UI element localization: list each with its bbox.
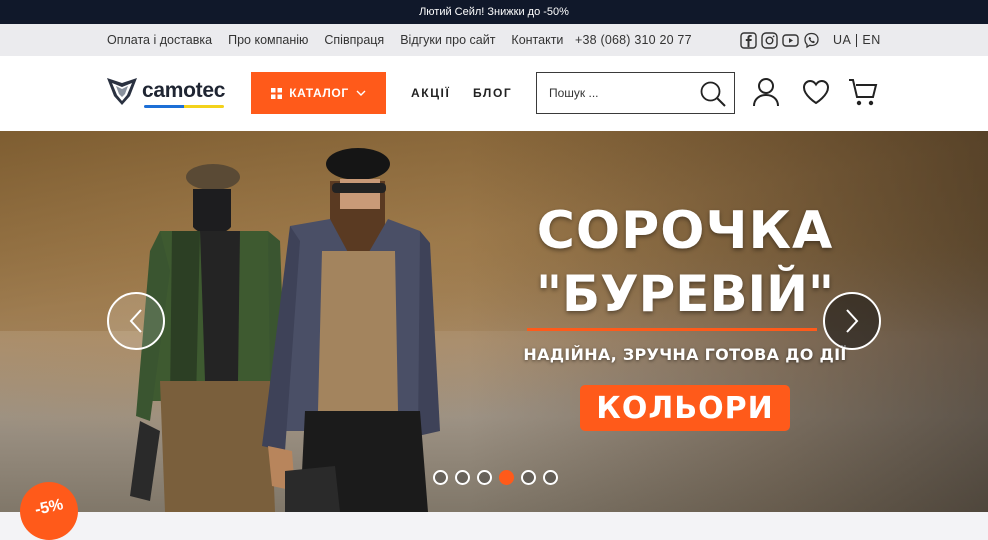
heart-icon[interactable]: [802, 79, 830, 110]
discount-badge[interactable]: -5%: [20, 482, 78, 540]
hero-title-line2: "БУРЕВІЙ": [535, 265, 835, 323]
viber-icon[interactable]: [803, 32, 820, 49]
top-navigation: Оплата і доставка Про компанію Співпраця…: [0, 24, 988, 56]
lang-separator: [856, 33, 858, 47]
grid-icon: [271, 87, 283, 99]
logo-underline: [144, 105, 224, 108]
link-delivery[interactable]: Оплата і доставка: [107, 33, 212, 47]
phone-number[interactable]: +38 (068) 310 20 77: [575, 33, 692, 47]
search-input[interactable]: [549, 86, 694, 100]
top-links: Оплата і доставка Про компанію Співпраця…: [107, 33, 563, 47]
youtube-icon[interactable]: [782, 32, 799, 49]
hero-divider: [527, 328, 817, 331]
lang-ua[interactable]: UA: [833, 33, 851, 47]
search-icon[interactable]: [699, 80, 727, 113]
colors-cta-button[interactable]: КОЛЬОРИ: [580, 385, 790, 431]
slider-dots: [433, 470, 558, 485]
logo-wordmark: camotec: [142, 79, 226, 102]
nav-blog[interactable]: БЛОГ: [473, 86, 512, 100]
slider-dot[interactable]: [455, 470, 470, 485]
chevron-left-icon: [129, 309, 142, 333]
discount-badge-text: -5%: [33, 496, 65, 519]
hero-title-line1: СОРОЧКА: [536, 201, 834, 261]
promo-bar: Лютий Сейл! Знижки до -50%: [0, 0, 988, 24]
search-box: [536, 72, 735, 114]
chevron-right-icon: [846, 309, 859, 333]
nav-promotions[interactable]: АКЦІЇ: [411, 86, 450, 100]
logo-text: camotec: [142, 79, 226, 108]
logo[interactable]: camotec: [106, 76, 226, 108]
hero-slider: СОРОЧКА "БУРЕВІЙ" НАДІЙНА, ЗРУЧНА ГОТОВА…: [0, 131, 988, 512]
slider-dot[interactable]: [433, 470, 448, 485]
slider-prev-button[interactable]: [107, 292, 165, 350]
lang-en[interactable]: EN: [862, 33, 880, 47]
logo-emblem-icon: [107, 78, 137, 105]
cart-icon[interactable]: [848, 77, 878, 112]
slider-next-button[interactable]: [823, 292, 881, 350]
site-header: camotec КАТАЛОГ АКЦІЇ БЛОГ: [0, 56, 988, 131]
social-links: [740, 31, 820, 49]
instagram-icon[interactable]: [761, 31, 778, 49]
link-reviews[interactable]: Відгуки про сайт: [400, 33, 495, 47]
user-icon[interactable]: [752, 77, 780, 112]
chevron-down-icon: [356, 90, 366, 96]
slider-dot-active[interactable]: [499, 470, 514, 485]
catalog-button[interactable]: КАТАЛОГ: [251, 72, 386, 114]
catalog-label: КАТАЛОГ: [289, 86, 349, 100]
promo-text: Лютий Сейл! Знижки до -50%: [419, 6, 569, 18]
hero-subtitle: НАДІЙНА, ЗРУЧНА ГОТОВА ДО ДІЇ: [523, 345, 847, 364]
slider-dot[interactable]: [521, 470, 536, 485]
facebook-icon[interactable]: [740, 31, 757, 49]
link-contacts[interactable]: Контакти: [511, 33, 563, 47]
language-switcher: UA EN: [833, 33, 881, 47]
slider-dot[interactable]: [543, 470, 558, 485]
slider-dot[interactable]: [477, 470, 492, 485]
hero-models-image: [130, 148, 440, 512]
link-cooperation[interactable]: Співпраця: [324, 33, 384, 47]
link-about[interactable]: Про компанію: [228, 33, 308, 47]
